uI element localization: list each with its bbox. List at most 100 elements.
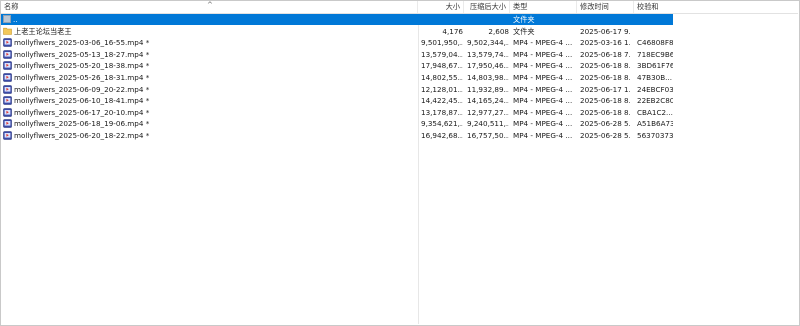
file-checksum: 47B30B... (637, 73, 673, 82)
folder-icon (3, 27, 12, 35)
file-packed-size (467, 14, 509, 25)
file-name: mollyflwers_2025-06-10_18-41.mp4 * (14, 96, 150, 106)
file-size: 17,948,67... (421, 61, 463, 71)
file-checksum: 718EC9B6 (637, 49, 673, 59)
file-row[interactable]: 上老王论坛当老王 4,176 2,608 文件夹 2025-06-17 9... (1, 26, 673, 37)
file-modified: 2025-06-28 5... (580, 131, 630, 140)
file-packed-size: 12,977,27... (467, 107, 509, 117)
file-type: MP4 - MPEG-4 ... (513, 96, 573, 106)
file-packed-size: 9,502,344,... (467, 38, 509, 48)
column-header-size[interactable]: 大小 (418, 1, 464, 13)
video-file-icon (3, 73, 12, 82)
file-name-cell: .. (3, 14, 415, 25)
file-checksum (637, 26, 673, 37)
file-name: mollyflwers_2025-06-17_20-10.mp4 * (14, 107, 150, 117)
column-header-type[interactable]: 类型 (510, 1, 577, 13)
file-size: 14,802,55... (421, 73, 463, 82)
file-row[interactable]: mollyflwers_2025-06-09_20-22.mp4 * 12,128… (1, 84, 673, 95)
video-file-icon (3, 119, 12, 129)
file-checksum: 56370373 (637, 131, 673, 140)
file-modified: 2025-06-17 1... (580, 84, 630, 94)
video-file-icon (3, 84, 12, 94)
video-file-icon (3, 38, 12, 47)
file-packed-size: 14,803,98... (467, 73, 509, 82)
column-header-checksum-label: 校验和 (637, 2, 659, 11)
file-row[interactable]: .. 文件夹 (1, 14, 673, 25)
file-modified: 2025-03-16 1... (580, 38, 630, 48)
video-file-icon (3, 61, 12, 71)
file-packed-size: 13,579,74... (467, 49, 509, 59)
file-size: 4,176 (442, 26, 463, 36)
file-modified: 2025-06-18 8... (580, 73, 630, 82)
column-header-bar: 名称 ^ 大小 压缩后大小 类型 修改时间 校验和 (1, 1, 798, 14)
file-modified (580, 14, 630, 25)
file-checksum (637, 14, 673, 25)
file-row[interactable]: mollyflwers_2025-06-20_18-22.mp4 * 16,942… (1, 130, 673, 141)
file-packed-size: 16,757,50... (467, 131, 509, 140)
file-name: mollyflwers_2025-05-13_18-27.mp4 * (14, 49, 150, 59)
file-name-cell: mollyflwers_2025-06-09_20-22.mp4 * (3, 84, 415, 95)
file-type: MP4 - MPEG-4 ... (513, 131, 573, 140)
column-header-packed-size[interactable]: 压缩后大小 (464, 1, 510, 13)
file-row[interactable]: mollyflwers_2025-06-18_19-06.mp4 * 9,354,… (1, 118, 673, 129)
video-file-icon (3, 107, 12, 117)
column-header-name-label: 名称 (4, 2, 19, 11)
file-name-cell: 上老王论坛当老王 (3, 26, 415, 37)
file-packed-size: 11,932,89... (467, 84, 509, 94)
file-name: mollyflwers_2025-06-20_18-22.mp4 * (14, 131, 150, 140)
file-row[interactable]: mollyflwers_2025-06-10_18-41.mp4 * 14,422… (1, 95, 673, 106)
file-row[interactable]: mollyflwers_2025-05-26_18-31.mp4 * 14,802… (1, 72, 673, 83)
file-type: MP4 - MPEG-4 ... (513, 84, 573, 94)
file-name-cell: mollyflwers_2025-05-20_18-38.mp4 * (3, 60, 415, 71)
file-size: 13,178,87... (421, 107, 463, 117)
file-checksum: C46808F8 (637, 38, 673, 48)
file-modified: 2025-06-17 9... (580, 26, 630, 36)
file-modified: 2025-06-18 8... (580, 61, 630, 71)
file-type: MP4 - MPEG-4 ... (513, 49, 573, 59)
file-name-cell: mollyflwers_2025-06-20_18-22.mp4 * (3, 130, 415, 141)
file-size (421, 14, 463, 25)
file-size: 14,422,45... (421, 96, 463, 106)
sort-ascending-icon: ^ (207, 1, 213, 9)
column-header-modified[interactable]: 修改时间 (577, 1, 634, 13)
file-name-cell: mollyflwers_2025-03-06_16-55.mp4 * (3, 37, 415, 48)
file-row[interactable]: mollyflwers_2025-03-06_16-55.mp4 * 9,501,… (1, 37, 673, 48)
file-packed-size: 2,608 (488, 26, 509, 36)
file-size: 13,579,04... (421, 49, 463, 59)
file-type: MP4 - MPEG-4 ... (513, 107, 573, 117)
file-checksum: 3BD61F76 (637, 61, 673, 71)
file-row[interactable]: mollyflwers_2025-06-17_20-10.mp4 * 13,178… (1, 107, 673, 118)
file-packed-size: 17,950,46... (467, 61, 509, 71)
column-header-checksum[interactable]: 校验和 (634, 1, 674, 13)
column-header-packed-label: 压缩后大小 (470, 2, 506, 11)
video-file-icon (3, 131, 12, 140)
file-packed-size: 9,240,511,... (467, 119, 509, 129)
file-name-cell: mollyflwers_2025-05-13_18-27.mp4 * (3, 49, 415, 60)
column-header-type-label: 类型 (513, 2, 528, 11)
file-modified: 2025-06-28 5... (580, 119, 630, 129)
file-name: mollyflwers_2025-06-09_20-22.mp4 * (14, 84, 150, 94)
file-type: MP4 - MPEG-4 ... (513, 38, 573, 48)
file-size: 9,354,621,... (421, 119, 463, 129)
file-name: 上老王论坛当老王 (14, 26, 72, 36)
file-checksum: A51B6A73 (637, 119, 673, 129)
file-checksum: 24EBCF03 (637, 84, 673, 94)
file-size: 9,501,950,... (421, 38, 463, 48)
file-checksum: 22EB2C80 (637, 96, 673, 106)
file-name-cell: mollyflwers_2025-06-18_19-06.mp4 * (3, 118, 415, 129)
file-type: 文件夹 (513, 26, 535, 36)
file-checksum: CBA1C2... (637, 107, 673, 117)
parent-folder-icon (3, 15, 11, 23)
file-type: MP4 - MPEG-4 ... (513, 61, 573, 71)
column-header-size-label: 大小 (445, 2, 460, 11)
file-type: MP4 - MPEG-4 ... (513, 119, 573, 129)
file-name: mollyflwers_2025-05-26_18-31.mp4 * (14, 73, 150, 82)
file-modified: 2025-06-18 8... (580, 107, 630, 117)
file-size: 12,128,01... (421, 84, 463, 94)
file-modified: 2025-06-18 7... (580, 49, 630, 59)
file-row[interactable]: mollyflwers_2025-05-13_18-27.mp4 * 13,579… (1, 49, 673, 60)
file-size: 16,942,68... (421, 131, 463, 140)
file-modified: 2025-06-18 8... (580, 96, 630, 106)
file-row[interactable]: mollyflwers_2025-05-20_18-38.mp4 * 17,948… (1, 60, 673, 71)
file-name: mollyflwers_2025-03-06_16-55.mp4 * (14, 38, 150, 48)
